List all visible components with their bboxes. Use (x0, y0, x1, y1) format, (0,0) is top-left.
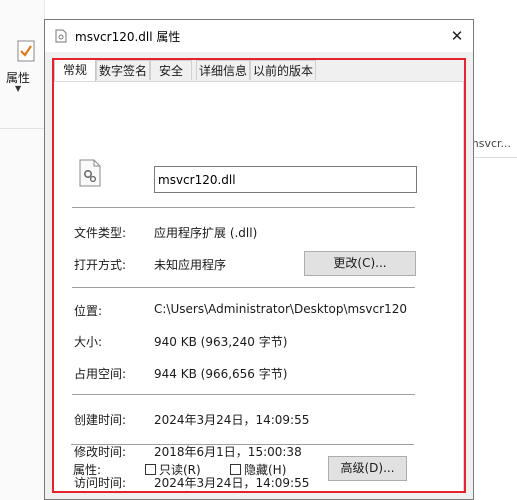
tab-general[interactable]: 常规 (54, 59, 96, 81)
change-button[interactable]: 更改(C)... (304, 251, 416, 276)
open-with-label: 打开方式: (74, 258, 127, 272)
explorer-left-area: 属性 ▼ (0, 0, 45, 500)
file-list-item-label[interactable]: msvcr... (468, 137, 511, 150)
close-icon: ✕ (450, 27, 464, 45)
size-label: 大小: (74, 335, 103, 349)
hidden-checkbox[interactable]: 隐藏(H) (230, 461, 286, 478)
checkbox-icon (145, 464, 156, 475)
modified-value: 2018年6月1日，15:00:38 (154, 445, 302, 459)
file-name-input[interactable] (154, 166, 417, 193)
location-label: 位置: (74, 304, 103, 318)
checkmark-property-icon (17, 40, 35, 62)
open-with-value: 未知应用程序 (154, 258, 227, 272)
title-bar[interactable]: msvcr120.dll 属性 ✕ (45, 20, 473, 52)
readonly-checkbox[interactable]: 只读(R) (145, 461, 201, 478)
file-type-value: 应用程序扩展 (.dll) (154, 226, 258, 240)
divider (474, 157, 517, 158)
file-gear-icon (79, 159, 101, 187)
divider (71, 444, 414, 445)
file-type-label: 文件类型: (74, 226, 127, 240)
general-tab-panel: 文件类型: 应用程序扩展 (.dll) 打开方式: 未知应用程序 更改(C)..… (53, 81, 464, 492)
tab-previous-versions[interactable]: 以前的版本 (250, 60, 316, 80)
properties-dialog: msvcr120.dll 属性 ✕ 常规 数字签名 安全 详细信息 以前的版本 … (44, 19, 474, 500)
dialog-title: msvcr120.dll 属性 (75, 30, 181, 44)
size-on-disk-label: 占用空间: (74, 367, 127, 381)
explorer-right-area (474, 0, 517, 500)
close-button[interactable]: ✕ (443, 23, 471, 49)
created-value: 2024年3月24日，14:09:55 (154, 413, 310, 427)
file-icon (55, 29, 67, 43)
location-value: C:\Users\Administrator\Desktop\msvcr120 (154, 302, 407, 316)
tab-digital-signatures[interactable]: 数字签名 (96, 60, 150, 80)
divider (72, 287, 415, 288)
advanced-button[interactable]: 高级(D)... (328, 456, 407, 481)
divider (72, 394, 415, 395)
tab-details[interactable]: 详细信息 (196, 60, 250, 80)
attributes-label: 属性: (73, 463, 102, 477)
divider (0, 128, 44, 129)
hidden-label: 隐藏(H) (244, 463, 287, 477)
divider (72, 207, 415, 208)
modified-label: 修改时间: (74, 445, 127, 459)
size-on-disk-value: 944 KB (966,656 字节) (154, 367, 288, 381)
chevron-down-icon[interactable]: ▼ (15, 84, 21, 93)
created-label: 创建时间: (74, 413, 127, 427)
checkbox-icon (230, 464, 241, 475)
size-value: 940 KB (963,240 字节) (154, 335, 288, 349)
readonly-label: 只读(R) (159, 463, 201, 477)
tab-security[interactable]: 安全 (150, 60, 192, 80)
tab-bar: 常规 数字签名 安全 详细信息 以前的版本 (45, 59, 473, 82)
